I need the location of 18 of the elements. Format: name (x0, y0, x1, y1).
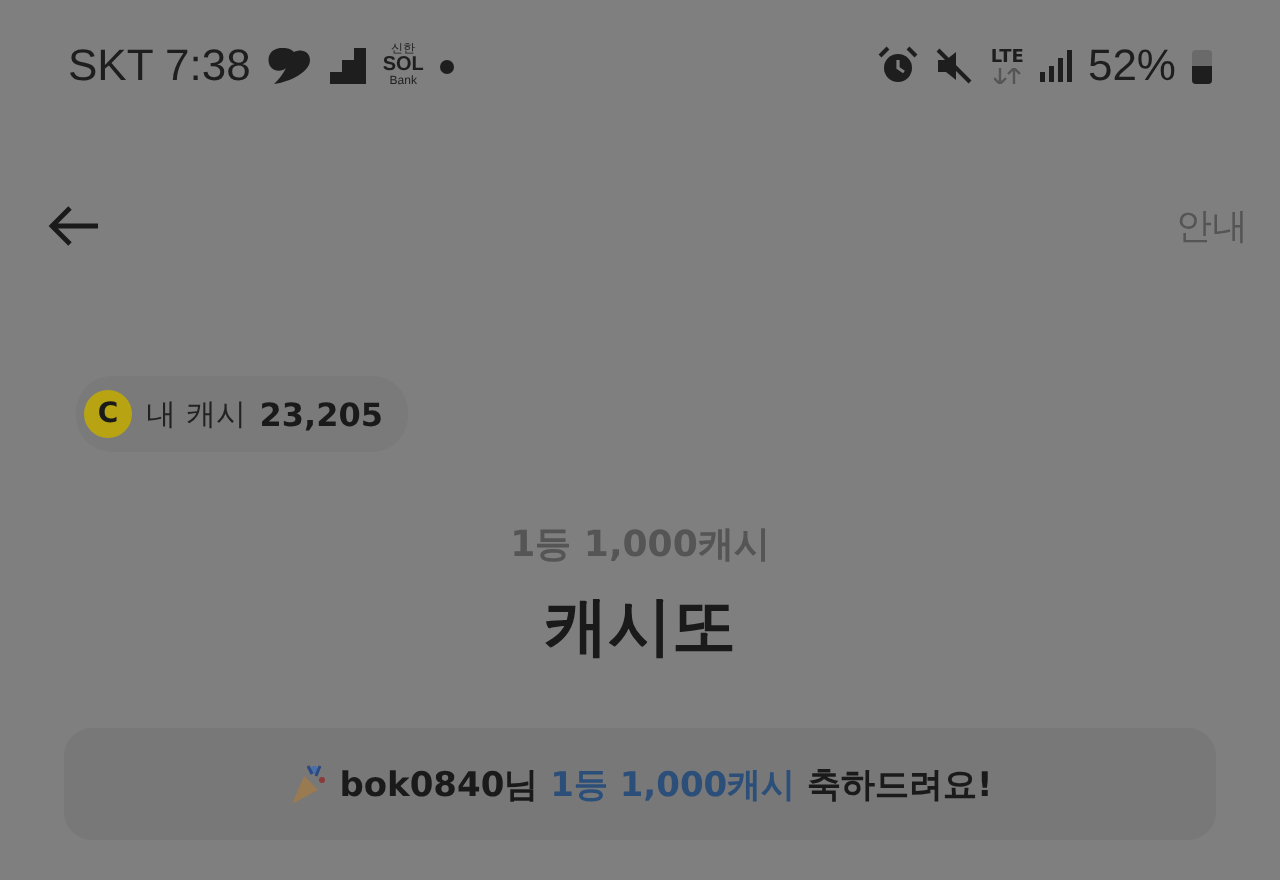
coin-icon: C (84, 390, 132, 438)
mute-icon (934, 46, 975, 86)
cash-amount: 23,205 (259, 395, 384, 433)
battery-percent: 52% (1087, 40, 1176, 92)
cash-label: 내 캐시 (146, 395, 246, 433)
chat-bubble-icon (266, 44, 315, 88)
dot-icon (439, 59, 454, 73)
page-title: 캐시또 (542, 586, 738, 668)
network-type: LTE (990, 49, 1024, 67)
battery-icon (1192, 49, 1212, 83)
signal-icon (1039, 50, 1072, 82)
status-time: SKT 7:38 (68, 40, 251, 92)
party-popper-icon (287, 762, 328, 806)
data-arrows-icon (993, 67, 1022, 83)
alarm-icon (878, 46, 919, 86)
congrats-message: bok0840님 1등 1,000캐시 축하드려요! (339, 763, 993, 807)
back-button[interactable] (48, 206, 100, 246)
stairs-icon (330, 48, 367, 84)
